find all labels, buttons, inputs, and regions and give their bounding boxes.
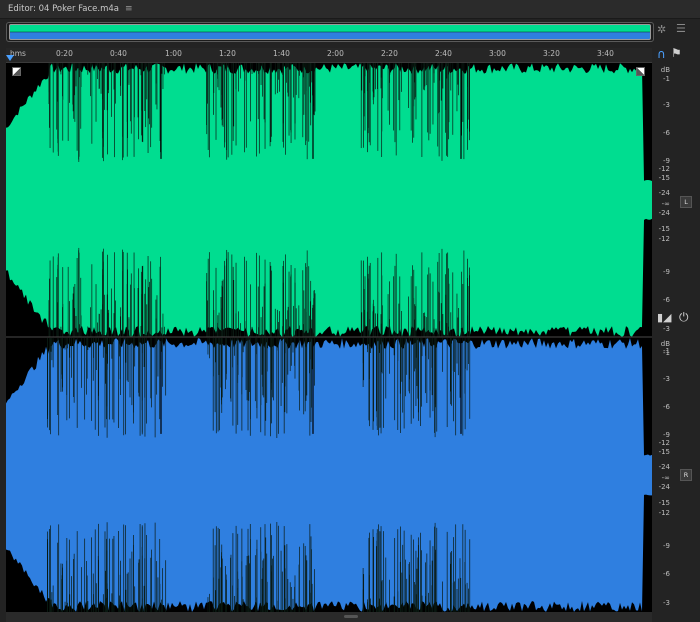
db-scale: dB -1 -3 -6 -9 -12 -15 -24 -∞ -24 -15 -12 -9 -6 -3 -1 dB…	[652, 63, 676, 612]
tick-label: 1:00	[165, 49, 182, 58]
db-label: -1	[663, 75, 670, 83]
db-label: -3	[663, 101, 670, 109]
waveform-svg	[6, 63, 652, 612]
db-label: -12	[658, 439, 670, 447]
overview-navigator[interactable]	[6, 22, 654, 42]
fade-in-handle[interactable]	[12, 67, 21, 76]
db-label: -12	[658, 509, 670, 517]
wave-right-fill	[6, 338, 652, 612]
volume-icon[interactable]: ▮◢	[657, 311, 672, 324]
marker-pin-icon[interactable]: ⚑	[671, 46, 682, 60]
magnet-icon[interactable]: ∩	[657, 47, 666, 61]
power-icon[interactable]: ⏻	[679, 310, 689, 325]
db-label: -∞	[661, 200, 670, 208]
tick-label: 3:20	[543, 49, 560, 58]
db-label: -12	[658, 165, 670, 173]
editor-panel-header: Editor: 04 Poker Face.m4a ≡	[0, 0, 700, 19]
db-label: -9	[663, 542, 670, 550]
db-label: -3	[663, 599, 670, 607]
horizontal-scrollbar[interactable]	[6, 612, 652, 622]
db-label: -15	[658, 225, 670, 233]
db-label: -6	[663, 129, 670, 137]
db-label: -15	[658, 174, 670, 182]
db-label: -1	[663, 349, 670, 357]
db-label: -6	[663, 570, 670, 578]
tick-label: 3:00	[489, 49, 506, 58]
tick-label: 3:40	[597, 49, 614, 58]
db-label: -24	[658, 463, 670, 471]
waveform-display[interactable]	[6, 63, 652, 612]
db-label: -24	[658, 483, 670, 491]
tick-label: 0:40	[110, 49, 127, 58]
tick-label: 2:00	[327, 49, 344, 58]
db-label: -6	[663, 296, 670, 304]
db-label: -24	[658, 209, 670, 217]
tick-label: 1:40	[273, 49, 290, 58]
db-label: -12	[658, 235, 670, 243]
tick-label: 1:20	[219, 49, 236, 58]
overview-view-range[interactable]	[9, 24, 651, 40]
tick-label: 2:20	[381, 49, 398, 58]
tick-label: 2:40	[435, 49, 452, 58]
right-channel-waveform	[6, 338, 652, 612]
db-label: -24	[658, 189, 670, 197]
db-label: -9	[663, 268, 670, 276]
panel-menu-icon[interactable]: ≡	[125, 4, 133, 14]
db-label: -∞	[661, 474, 670, 482]
db-label: -3	[663, 375, 670, 383]
db-label: dB	[660, 340, 670, 348]
scroll-grip[interactable]	[344, 615, 358, 618]
right-channel-badge[interactable]: R	[680, 469, 692, 481]
fade-out-handle[interactable]	[636, 67, 645, 76]
left-channel-badge[interactable]: L	[680, 196, 692, 208]
db-label: -3	[663, 325, 670, 333]
playhead-marker[interactable]	[6, 55, 14, 61]
list-icon[interactable]: ☰	[676, 22, 686, 35]
timeline-ruler[interactable]: hms 0:20 0:40 1:00 1:20 1:40 2:00 2:20 2…	[6, 48, 652, 63]
db-label: -15	[658, 448, 670, 456]
editor-title: Editor: 04 Poker Face.m4a	[8, 4, 119, 14]
tick-label: 0:20	[56, 49, 73, 58]
left-channel-waveform	[6, 63, 652, 337]
zoom-icon[interactable]: ✲	[657, 23, 666, 36]
db-label: -15	[658, 499, 670, 507]
db-label: -9	[663, 431, 670, 439]
db-label: -6	[663, 403, 670, 411]
db-label: dB	[660, 66, 670, 74]
db-label: -9	[663, 157, 670, 165]
